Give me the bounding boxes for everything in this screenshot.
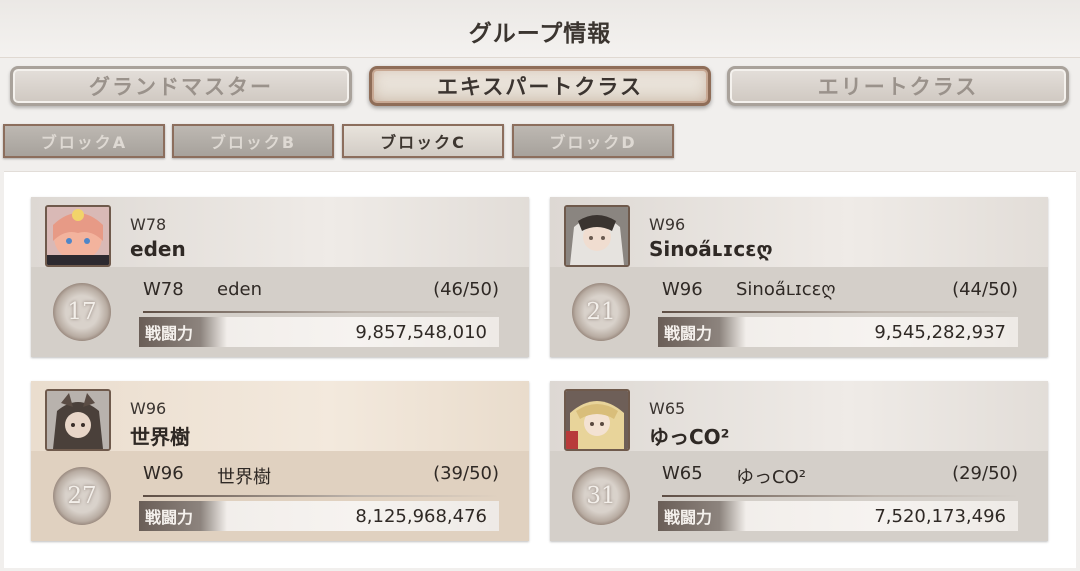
tab-label: エキスパートクラス — [437, 74, 643, 99]
block-tab-a[interactable]: ブロックA — [3, 124, 165, 158]
group-card[interactable]: W78 eden 17 W78 eden (46/50) 戦闘力 9,857,5… — [31, 197, 529, 357]
guild-avatar — [45, 205, 111, 267]
group-name: ゆっCO² — [649, 425, 730, 449]
member-count: (46/50) — [433, 279, 499, 300]
tab-expert-class[interactable]: エキスパートクラス — [369, 66, 711, 106]
group-name: 世界樹 — [130, 425, 190, 449]
server-label: W96 — [649, 215, 686, 234]
summary-name: Sinoa̋ʟɪcɛღ — [736, 279, 836, 300]
power-bar: 戦闘力 8,125,968,476 — [139, 501, 499, 531]
summary-name: eden — [217, 279, 262, 300]
block-tab-label: ブロックD — [549, 133, 637, 152]
card-details: 17 W78 eden (46/50) 戦闘力 9,857,548,010 — [31, 267, 529, 357]
guild-avatar — [564, 205, 630, 267]
summary-name: ゆっCO² — [736, 467, 806, 488]
tab-label: グランドマスター — [89, 74, 273, 99]
member-count: (44/50) — [952, 279, 1018, 300]
power-value: 9,857,548,010 — [355, 322, 487, 343]
group-name: Sinoa̋ʟɪcɛღ — [649, 237, 773, 261]
divider — [143, 311, 499, 313]
divider — [662, 495, 1018, 497]
block-tab-d[interactable]: ブロックD — [512, 124, 674, 158]
divider — [143, 495, 499, 497]
power-value: 9,545,282,937 — [874, 322, 1006, 343]
power-value: 8,125,968,476 — [355, 506, 487, 527]
summary-name: 世界樹 — [217, 467, 271, 488]
group-card[interactable]: W96 世界樹 27 W96 世界樹 (39/50) 戦闘力 8,125,968… — [31, 381, 529, 541]
group-card[interactable]: W65 ゆっCO² 31 W65 ゆっCO² (29/50) 戦闘力 7,520… — [550, 381, 1048, 541]
rank-badge: 27 — [53, 467, 111, 525]
member-count: (39/50) — [433, 463, 499, 484]
power-bar: 戦闘力 9,545,282,937 — [658, 317, 1018, 347]
power-label: 戦闘力 — [658, 501, 746, 531]
group-card[interactable]: W96 Sinoa̋ʟɪcɛღ 21 W96 Sinoa̋ʟɪcɛღ (44/5… — [550, 197, 1048, 357]
rank-badge: 21 — [572, 283, 630, 341]
rank-badge: 17 — [53, 283, 111, 341]
guild-avatar — [45, 389, 111, 451]
divider — [662, 311, 1018, 313]
power-label: 戦闘力 — [139, 501, 227, 531]
header-divider — [0, 57, 1080, 58]
power-label: 戦闘力 — [139, 317, 227, 347]
tab-elite-class[interactable]: エリートクラス — [727, 66, 1069, 106]
member-count: (29/50) — [952, 463, 1018, 484]
block-tab-label: ブロックA — [40, 133, 128, 152]
power-bar: 戦闘力 9,857,548,010 — [139, 317, 499, 347]
group-name: eden — [130, 237, 186, 261]
power-label: 戦闘力 — [658, 317, 746, 347]
block-tab-label: ブロックB — [209, 133, 297, 152]
block-tab-c[interactable]: ブロックC — [342, 124, 504, 158]
card-details: 31 W65 ゆっCO² (29/50) 戦闘力 7,520,173,496 — [550, 451, 1048, 541]
server-label: W78 — [130, 215, 167, 234]
rank-badge: 31 — [572, 467, 630, 525]
server-label: W96 — [130, 399, 167, 418]
card-details: 27 W96 世界樹 (39/50) 戦闘力 8,125,968,476 — [31, 451, 529, 541]
block-tab-b[interactable]: ブロックB — [172, 124, 334, 158]
summary-server: W78 — [143, 279, 184, 300]
summary-server: W65 — [662, 463, 703, 484]
tab-grandmaster[interactable]: グランドマスター — [10, 66, 352, 106]
page-title: グループ情報 — [468, 20, 612, 47]
summary-server: W96 — [662, 279, 703, 300]
server-label: W65 — [649, 399, 686, 418]
power-value: 7,520,173,496 — [874, 506, 1006, 527]
card-details: 21 W96 Sinoa̋ʟɪcɛღ (44/50) 戦闘力 9,545,282… — [550, 267, 1048, 357]
block-tab-label: ブロックC — [380, 133, 466, 152]
tab-label: エリートクラス — [817, 74, 979, 99]
summary-server: W96 — [143, 463, 184, 484]
power-bar: 戦闘力 7,520,173,496 — [658, 501, 1018, 531]
guild-avatar — [564, 389, 630, 451]
